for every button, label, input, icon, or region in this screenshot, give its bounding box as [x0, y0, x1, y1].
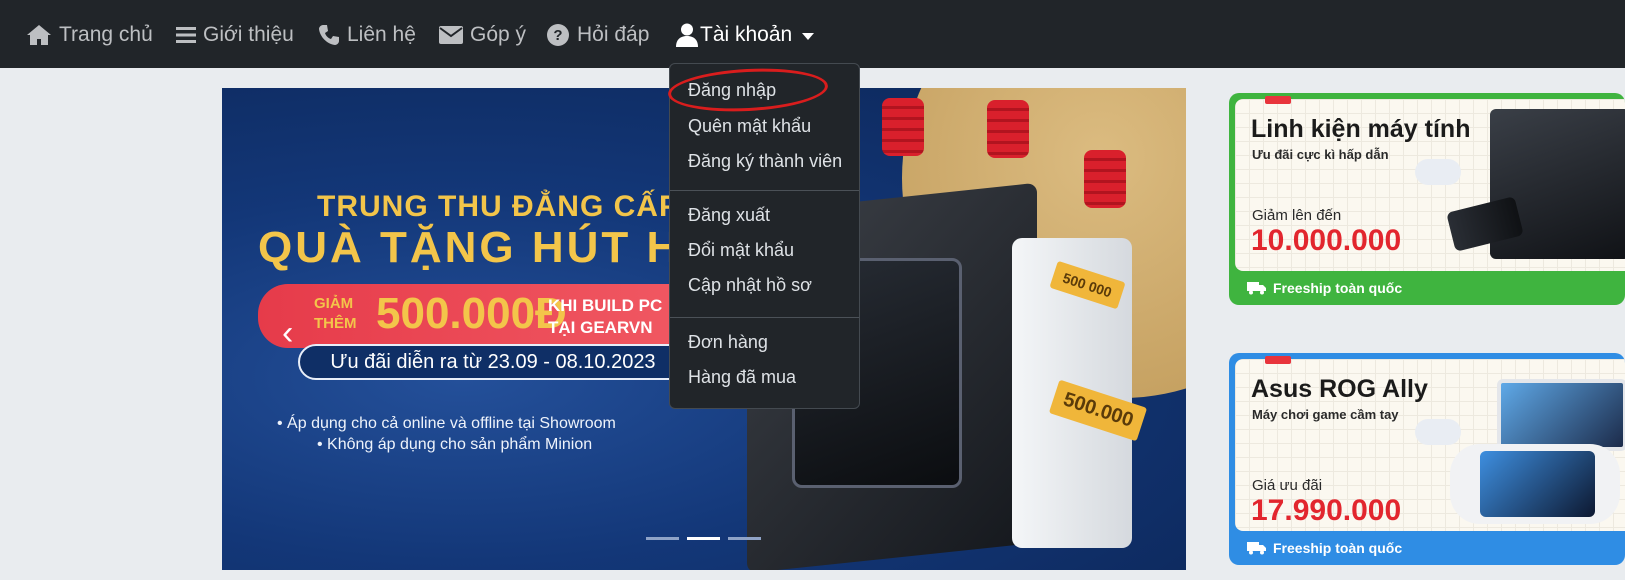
banner-title: TRUNG THU ĐẲNG CẤP — [317, 190, 680, 223]
nav-faq-label: Hỏi đáp — [577, 23, 650, 46]
menu-divider — [670, 190, 859, 191]
cloud-decoration — [1415, 159, 1461, 185]
red-tab-decoration — [1265, 96, 1291, 104]
carousel-indicator-active[interactable] — [687, 537, 720, 540]
side-banner-price: 17.990.000 — [1251, 494, 1402, 527]
promo-right-line: TẠI GEARVN — [548, 318, 653, 337]
menu-logout[interactable]: Đăng xuất — [688, 205, 770, 226]
carousel-indicators — [646, 537, 761, 540]
promo-bullet: • Không áp dụng cho sản phẩm Minion — [317, 436, 593, 453]
side-banner-price: 10.000.000 — [1251, 224, 1402, 257]
bars-icon — [176, 26, 196, 44]
menu-forgot-password[interactable]: Quên mật khẩu — [688, 116, 811, 137]
promo-small-line: GIẢM — [314, 295, 354, 312]
truck-icon — [1247, 542, 1266, 555]
console-image — [1497, 379, 1625, 451]
user-icon — [676, 23, 698, 47]
menu-divider — [670, 317, 859, 318]
freeship-text: Freeship toàn quốc — [1273, 540, 1403, 556]
promo-right-line: KHI BUILD PC — [548, 296, 663, 315]
nav-account-toggle[interactable]: Tài khoản — [676, 18, 815, 52]
menu-purchased[interactable]: Hàng đã mua — [688, 367, 796, 388]
lantern-decoration — [882, 98, 924, 156]
lantern-decoration — [1084, 150, 1126, 208]
question-circle-icon: ? — [546, 23, 570, 47]
home-icon — [26, 24, 52, 46]
nav-account-label: Tài khoản — [700, 23, 793, 46]
side-banner-subtitle: Máy chơi game cầm tay — [1252, 407, 1399, 422]
side-banner-title: Asus ROG Ally — [1251, 375, 1428, 403]
cloud-decoration — [1415, 419, 1461, 445]
menu-update-profile[interactable]: Cập nhật hồ sơ — [688, 275, 812, 296]
freeship-text: Freeship toàn quốc — [1273, 280, 1403, 296]
nav-feedback[interactable]: Góp ý — [439, 18, 526, 52]
side-banner-title: Linh kiện máy tính — [1251, 115, 1471, 143]
nav-feedback-label: Góp ý — [470, 23, 527, 46]
promo-bullet: • Áp dụng cho cả online và offline tại S… — [277, 415, 616, 432]
top-navbar: Trang chủ Giới thiệu Liên hệ Góp ý ? Hỏi… — [0, 0, 1625, 68]
phone-icon — [318, 24, 340, 46]
nav-about[interactable]: Giới thiệu — [176, 18, 294, 52]
account-dropdown-menu: Đăng nhập Quên mật khẩu Đăng ký thành vi… — [669, 63, 860, 409]
nav-home[interactable]: Trang chủ — [26, 18, 153, 52]
nav-contact[interactable]: Liên hệ — [318, 18, 416, 52]
nav-faq[interactable]: ? Hỏi đáp — [546, 18, 649, 52]
nav-contact-label: Liên hệ — [347, 23, 416, 46]
promo-right-text: KHI BUILD PC TẠI GEARVN — [548, 295, 662, 339]
freeship-label: Freeship toàn quốc — [1247, 280, 1402, 296]
promo-amount: 500.000Đ — [376, 289, 567, 338]
carousel-prev-icon[interactable]: ‹ — [282, 314, 293, 353]
side-banner-components[interactable]: Linh kiện máy tính Ưu đãi cực kì hấp dẫn… — [1229, 93, 1625, 305]
side-banner-price-label: Giảm lên đến — [1252, 207, 1342, 224]
promo-small-line: THÊM — [314, 315, 357, 332]
caret-down-icon — [802, 32, 815, 40]
side-banner-price-label: Giá ưu đãi — [1252, 477, 1323, 494]
red-tab-decoration — [1265, 356, 1291, 364]
promo-ribbon: GIẢM THÊM 500.000Đ KHI BUILD PC TẠI GEAR… — [258, 284, 718, 348]
side-banner-panel: Asus ROG Ally Máy chơi game cầm tay Giá … — [1235, 356, 1625, 531]
freeship-label: Freeship toàn quốc — [1247, 540, 1402, 556]
side-banner-rog-ally[interactable]: Asus ROG Ally Máy chơi game cầm tay Giá … — [1229, 353, 1625, 565]
nav-about-label: Giới thiệu — [203, 23, 294, 46]
side-banner-subtitle: Ưu đãi cực kì hấp dẫn — [1252, 147, 1389, 162]
menu-orders[interactable]: Đơn hàng — [688, 332, 768, 353]
carousel-indicator[interactable] — [728, 537, 761, 540]
promo-small-text: GIẢM THÊM — [314, 294, 357, 334]
carousel-indicator[interactable] — [646, 537, 679, 540]
svg-text:?: ? — [553, 27, 562, 44]
lantern-decoration — [987, 100, 1029, 158]
nav-home-label: Trang chủ — [59, 23, 153, 46]
menu-register[interactable]: Đăng ký thành viên — [688, 151, 842, 172]
menu-change-password[interactable]: Đổi mật khẩu — [688, 240, 794, 261]
side-banner-panel: Linh kiện máy tính Ưu đãi cực kì hấp dẫn… — [1235, 96, 1625, 271]
banner-headline: QUÀ TẶNG HÚT HỒ — [258, 223, 719, 272]
truck-icon — [1247, 282, 1266, 295]
promo-date: Ưu đãi diễn ra từ 23.09 - 08.10.2023 — [298, 344, 688, 380]
envelope-icon — [439, 26, 463, 44]
console-screen — [1480, 451, 1595, 517]
